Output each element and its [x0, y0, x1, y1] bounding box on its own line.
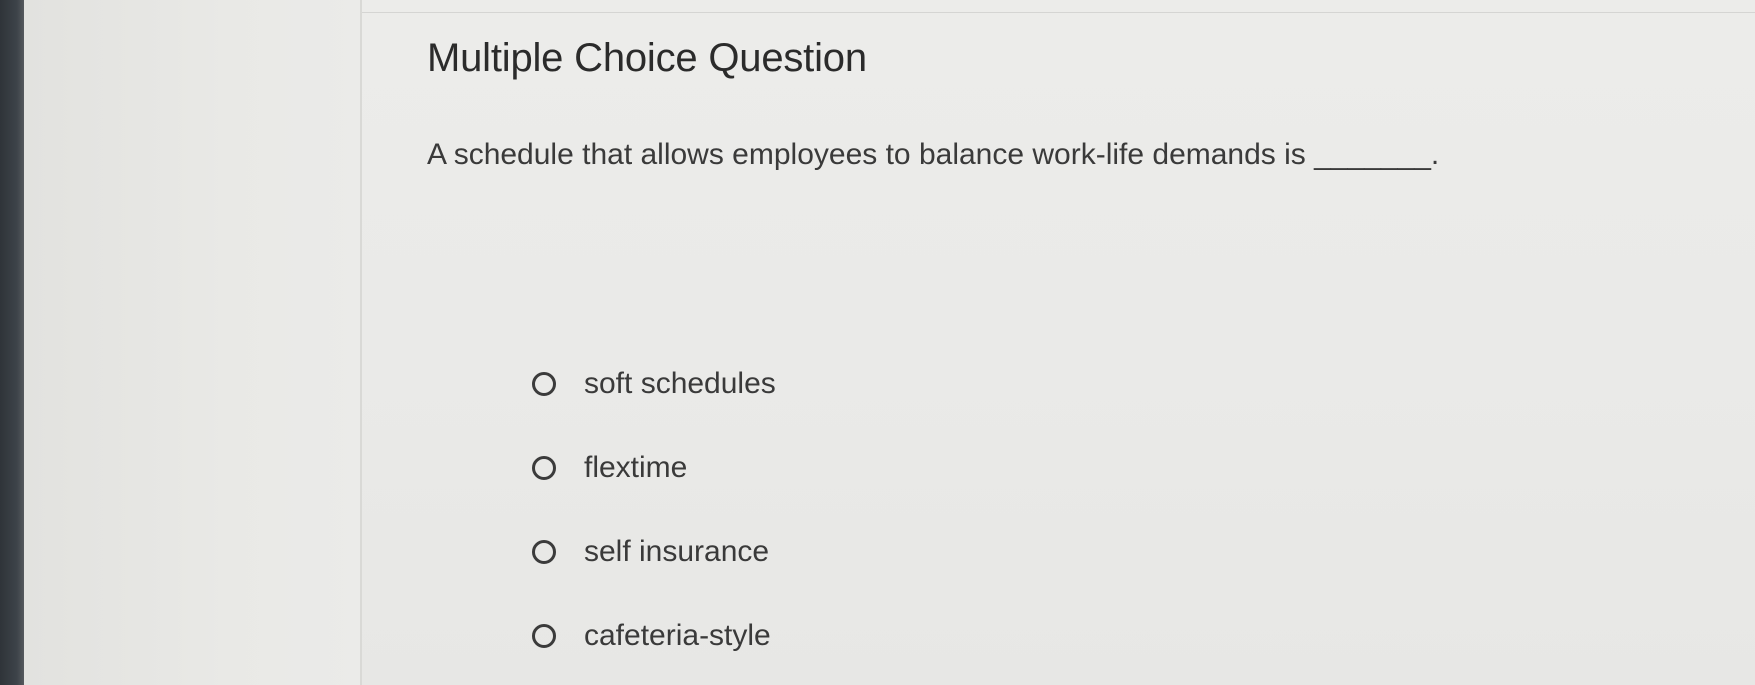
answer-option-label: self insurance	[584, 535, 770, 568]
answer-option[interactable]: soft schedules	[532, 342, 776, 426]
answer-option[interactable]: flextime	[532, 426, 776, 510]
question-heading: Multiple Choice Question	[427, 36, 867, 80]
radio-button-icon[interactable]	[532, 624, 556, 648]
answer-options: soft schedules flextime self insurance c…	[532, 342, 776, 678]
question-prompt: A schedule that allows employees to bala…	[427, 138, 1440, 171]
monitor-bezel	[0, 0, 24, 685]
answer-option-label: flextime	[584, 451, 688, 484]
answer-option-label: soft schedules	[584, 367, 776, 400]
answer-option[interactable]: self insurance	[532, 510, 776, 594]
left-sidebar-panel	[24, 0, 362, 685]
radio-button-icon[interactable]	[532, 456, 556, 480]
top-divider	[362, 12, 1755, 13]
radio-button-icon[interactable]	[532, 372, 556, 396]
answer-option[interactable]: cafeteria-style	[532, 594, 776, 678]
radio-button-icon[interactable]	[532, 540, 556, 564]
answer-option-label: cafeteria-style	[584, 619, 771, 652]
